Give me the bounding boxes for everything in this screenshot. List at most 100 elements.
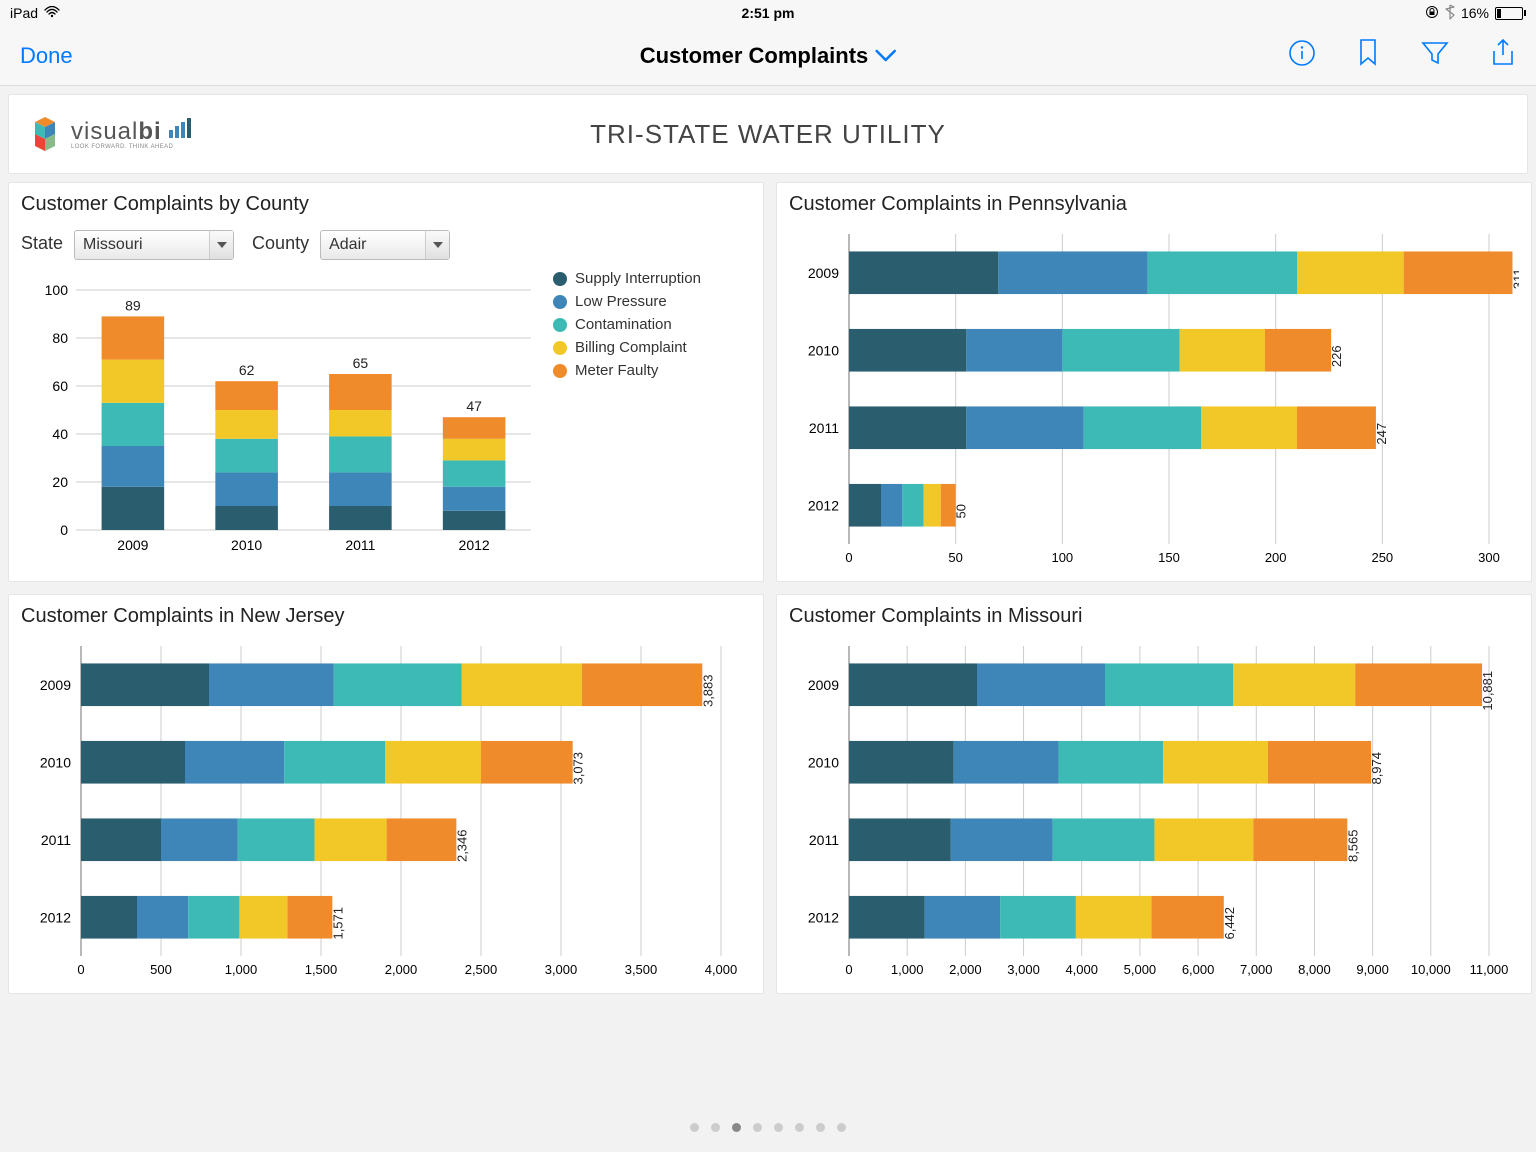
page-title-text: Customer Complaints <box>640 43 869 69</box>
panel-county-title: Customer Complaints by County <box>21 193 751 216</box>
svg-text:2011: 2011 <box>345 537 375 553</box>
info-icon[interactable] <box>1288 39 1316 72</box>
brand-logo: visualbi LOOK FORWARD. THINK AHEAD <box>25 114 191 154</box>
pager-dot[interactable] <box>795 1123 804 1132</box>
svg-text:89: 89 <box>125 297 141 313</box>
page-title[interactable]: Customer Complaints <box>640 43 897 69</box>
svg-text:11,000: 11,000 <box>1470 962 1509 977</box>
panel-nj: Customer Complaints in New Jersey 05001,… <box>8 594 764 994</box>
svg-text:0: 0 <box>60 522 68 538</box>
svg-text:2011: 2011 <box>809 832 839 848</box>
svg-text:1,000: 1,000 <box>225 962 258 977</box>
pager-dot[interactable] <box>711 1123 720 1132</box>
county-select[interactable]: Adair <box>320 230 450 260</box>
pager-dot[interactable] <box>732 1123 741 1132</box>
svg-text:4,000: 4,000 <box>1065 962 1098 977</box>
svg-text:40: 40 <box>52 426 68 442</box>
legend-swatch <box>553 272 567 286</box>
done-button[interactable]: Done <box>20 43 73 69</box>
bookmark-icon[interactable] <box>1356 38 1380 73</box>
chart-nj: 05001,0001,5002,0002,5003,0003,5004,0003… <box>21 636 751 983</box>
legend-item: Meter Faulty <box>553 362 701 379</box>
svg-text:2010: 2010 <box>231 537 262 553</box>
chevron-down-icon <box>217 242 227 248</box>
svg-text:3,883: 3,883 <box>700 674 715 707</box>
legend-label: Meter Faulty <box>575 362 658 379</box>
legend-item: Billing Complaint <box>553 339 701 356</box>
svg-text:250: 250 <box>1371 550 1393 565</box>
svg-text:3,500: 3,500 <box>625 962 658 977</box>
legend-swatch <box>553 295 567 309</box>
logo-bars-icon <box>169 118 191 138</box>
svg-text:300: 300 <box>1478 550 1500 565</box>
svg-text:8,000: 8,000 <box>1298 962 1331 977</box>
svg-text:2,500: 2,500 <box>465 962 498 977</box>
county-label: County <box>252 233 309 253</box>
county-value: Adair <box>329 236 366 254</box>
pager-dot[interactable] <box>690 1123 699 1132</box>
svg-text:200: 200 <box>1265 550 1287 565</box>
svg-text:65: 65 <box>353 355 369 371</box>
panel-pa-title: Customer Complaints in Pennsylvania <box>789 193 1519 216</box>
page-indicator[interactable] <box>690 1123 846 1132</box>
svg-text:150: 150 <box>1158 550 1180 565</box>
state-label: State <box>21 233 63 253</box>
svg-text:2010: 2010 <box>808 754 839 770</box>
panel-pa: Customer Complaints in Pennsylvania 0 50 1… <box>776 182 1532 582</box>
orientation-lock-icon <box>1425 5 1439 22</box>
logo-cube-icon <box>25 114 65 154</box>
svg-text:8,974: 8,974 <box>1369 752 1384 785</box>
pager-dot[interactable] <box>837 1123 846 1132</box>
svg-text:6,442: 6,442 <box>1222 907 1237 940</box>
chevron-down-icon <box>874 43 896 69</box>
state-select[interactable]: Missouri <box>74 230 234 260</box>
svg-text:62: 62 <box>239 362 255 378</box>
legend-item: Supply Interruption <box>553 270 701 287</box>
svg-text:10,000: 10,000 <box>1411 962 1451 977</box>
pager-dot[interactable] <box>774 1123 783 1132</box>
legend-swatch <box>553 364 567 378</box>
svg-text:2010: 2010 <box>40 754 71 770</box>
dashboard-grid: Customer Complaints by County State Miss… <box>0 174 1536 1002</box>
chevron-down-icon <box>433 242 443 248</box>
nav-bar: Done Customer Complaints <box>0 26 1536 86</box>
svg-text:2012: 2012 <box>459 537 490 553</box>
legend-label: Supply Interruption <box>575 270 701 287</box>
svg-text:7,000: 7,000 <box>1240 962 1273 977</box>
svg-text:10,881: 10,881 <box>1480 671 1495 711</box>
svg-text:2009: 2009 <box>808 265 839 281</box>
svg-text:20: 20 <box>52 474 68 490</box>
share-icon[interactable] <box>1490 38 1516 73</box>
county-filters: State Missouri County Adair <box>21 230 751 260</box>
svg-text:60: 60 <box>52 378 68 394</box>
chart-mo: 01,0002,0003,0004,0005,0006,0007,0008,00… <box>789 636 1519 983</box>
svg-text:0: 0 <box>845 550 852 565</box>
svg-text:4,000: 4,000 <box>705 962 738 977</box>
report-header: visualbi LOOK FORWARD. THINK AHEAD TRI-S… <box>8 94 1528 174</box>
pager-dot[interactable] <box>753 1123 762 1132</box>
svg-text:3,000: 3,000 <box>1007 962 1040 977</box>
battery-pct: 16% <box>1461 5 1489 21</box>
legend-label: Contamination <box>575 316 672 333</box>
svg-text:5,000: 5,000 <box>1124 962 1157 977</box>
panel-nj-title: Customer Complaints in New Jersey <box>21 605 751 628</box>
company-title: TRI-STATE WATER UTILITY <box>590 119 946 150</box>
legend-swatch <box>553 318 567 332</box>
legend-label: Billing Complaint <box>575 339 687 356</box>
chart-pa: 0501001502002503003112009226201024720115… <box>789 224 1519 571</box>
brand-name: visualbi <box>71 118 191 146</box>
svg-text:500: 500 <box>150 962 172 977</box>
pager-dot[interactable] <box>816 1123 825 1132</box>
svg-text:2009: 2009 <box>117 537 148 553</box>
svg-text:1,571: 1,571 <box>330 907 345 940</box>
legend-item: Low Pressure <box>553 293 701 310</box>
svg-text:1,000: 1,000 <box>891 962 924 977</box>
filter-icon[interactable] <box>1420 39 1450 72</box>
legend-item: Contamination <box>553 316 701 333</box>
svg-text:50: 50 <box>948 550 962 565</box>
svg-text:2,346: 2,346 <box>454 829 469 862</box>
svg-text:1,500: 1,500 <box>305 962 338 977</box>
bluetooth-icon <box>1445 4 1455 23</box>
legend-label: Low Pressure <box>575 293 667 310</box>
panel-mo-title: Customer Complaints in Missouri <box>789 605 1519 628</box>
